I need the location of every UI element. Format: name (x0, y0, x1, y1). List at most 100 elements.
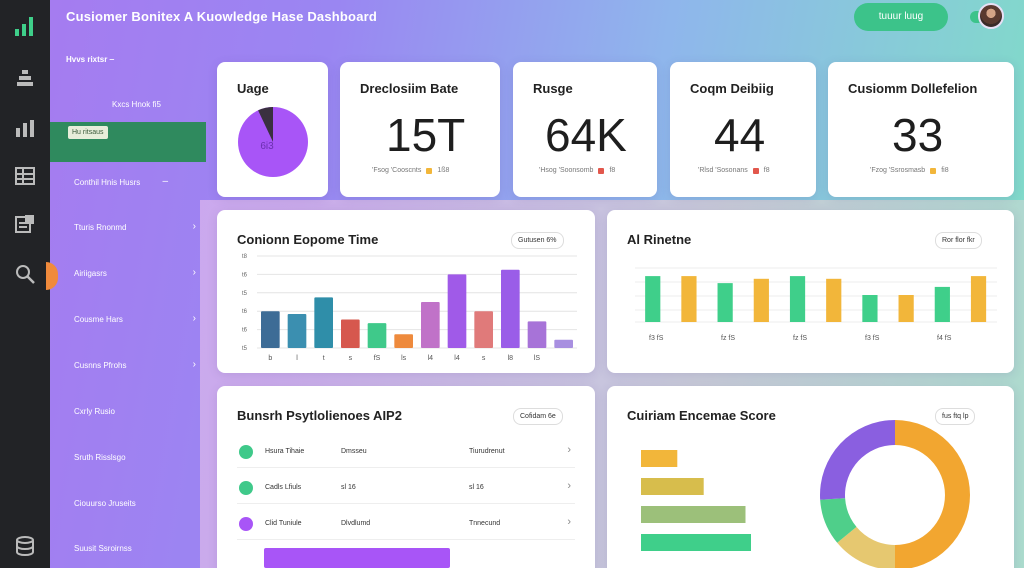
table-cell: Tiurudrenut (469, 448, 505, 455)
score-chart (641, 420, 970, 568)
stat-foot-text: 'Fsog 'Cooscnts (372, 167, 422, 174)
sidebar-item[interactable]: Conthil Hnis Husrs ‒ (74, 177, 196, 188)
sidebar-item-label: Cxrly Rusio (74, 407, 115, 416)
row-icon (239, 517, 253, 531)
database-icon[interactable] (13, 534, 37, 558)
bar (645, 276, 661, 322)
stat-title: Coqm Deibiig (690, 81, 774, 96)
chevron-right-icon: › (192, 267, 196, 278)
stat-card[interactable]: Dreclosiim Bate 15T 'Fsog 'Cooscnts 1ß8 (340, 62, 500, 197)
table-row[interactable]: Hsura Tihaie Dmsseu Tiurudrenut › (237, 434, 575, 468)
chevron-right-icon: › (192, 359, 196, 370)
resolution-bar-chart: t5 t6 t6 t5 t6 t8 b l t s fS ls l4 l4 s l8 lS (242, 254, 577, 362)
bar (717, 283, 733, 322)
x-tick-label: s (349, 355, 353, 362)
sidebar-item[interactable]: Tturis Rnonmd › (74, 222, 196, 233)
x-tick-label: l (296, 355, 298, 362)
sidebar-item[interactable]: Suusit Ssroirnss (74, 544, 196, 553)
bar-chart-icon[interactable] (13, 116, 37, 140)
sidebar-active-item[interactable]: Hu ritsaus (50, 122, 206, 162)
stat-card[interactable]: Rusge 64K 'Hsog 'Soonsomb f8 (513, 62, 657, 197)
sidebar-sub-label: Kxcs Hnok fi5 (112, 100, 161, 109)
score-bar (641, 450, 678, 467)
bar (681, 276, 697, 322)
stat-card[interactable]: Coqm Deibiig 44 'Rlsd 'Sosonans f8 (670, 62, 816, 197)
sidebar-item[interactable]: Cousme Hars › (74, 314, 196, 325)
table-cell: sl 16 (469, 484, 484, 491)
stat-card[interactable]: Cusiomm Dollefelion 33 'Fzog 'Ssrosmasb f… (828, 62, 1014, 197)
score-card[interactable]: Cuiriam Encemae Score fus ftq lp (607, 386, 1014, 568)
donut-segment (895, 420, 970, 568)
sidebar-active-label: Hu ritsaus (68, 126, 108, 139)
x-tick-label: ls (401, 355, 407, 362)
panel-badge[interactable]: Cofidam 6e (513, 408, 563, 425)
sidebar-item[interactable]: Airiigasrs › (74, 267, 196, 279)
stat-foot: 'Fsog 'Cooscnts 1ß8 (372, 167, 449, 174)
usage-card[interactable]: Uage 6i3 (217, 62, 328, 197)
ticket-table-card[interactable]: Bunsrh Psytlolienoes AIP2 Cofidam 6e Hsu… (217, 386, 595, 568)
x-tick-label: b (268, 355, 272, 362)
bar (341, 319, 360, 348)
stat-title: Cusiomm Dollefelion (848, 81, 978, 96)
stack-icon[interactable] (13, 66, 37, 90)
ai-bar-chart: f3 fS fz fS fz fS f3 fS f4 fS (635, 267, 997, 342)
resolution-time-card[interactable]: Conionn Eopome Time Gutusen 6% t5 t6 t6 t5 t… (217, 210, 595, 373)
stat-foot: 'Hsog 'Soonsomb f8 (539, 167, 615, 174)
stat-value: 64K (545, 109, 627, 161)
stat-foot-value: 1ß8 (437, 167, 450, 174)
sidebar-item[interactable]: Sruth Risslsgo (74, 453, 196, 462)
bar (447, 274, 467, 348)
stat-foot: 'Rlsd 'Sosonans f8 (698, 167, 770, 174)
search-icon[interactable] (13, 262, 37, 286)
x-tick-label: l4 (428, 355, 434, 362)
chevron-right-icon: › (567, 444, 571, 456)
sidebar-item-label: Cusnns Pfrohs (74, 361, 127, 370)
stat-title: Rusge (533, 81, 573, 96)
table-icon[interactable] (13, 164, 37, 188)
bar (862, 295, 878, 322)
top-action-button[interactable]: tuuur luug (854, 3, 948, 31)
table-row[interactable]: Cadls Lfiuls sl 16 sl 16 › (237, 470, 575, 504)
x-tick-label: f3 fS (649, 335, 664, 342)
x-tick-label: lS (534, 355, 541, 362)
sidebar-item-label: Tturis Rnonmd (74, 223, 127, 232)
ai-card[interactable]: Al Rinetne Ror flor fkr f3 fS fz fS fz fS f… (607, 210, 1014, 373)
bar (314, 297, 333, 348)
table-cell: Tnnecund (469, 520, 501, 527)
legend-swatch (426, 167, 433, 174)
bar (753, 278, 769, 322)
stat-value: 15T (386, 109, 466, 161)
x-tick-label: f3 fS (865, 335, 880, 342)
sidebar-item[interactable]: Cxrly Rusio (74, 407, 196, 416)
x-tick-label: l8 (508, 355, 514, 362)
row-icon (239, 481, 253, 495)
table-cell: Dmsseu (341, 448, 367, 455)
x-tick-label: fz fS (721, 335, 735, 342)
x-tick-label: f4 fS (937, 335, 952, 342)
stat-title: Uage (237, 81, 269, 96)
usage-pie: 6i3 (238, 107, 308, 177)
chart-bars-icon[interactable] (13, 14, 37, 38)
progress-bar (264, 548, 450, 568)
x-tick-label: fS (374, 355, 381, 362)
stat-value: 44 (714, 109, 766, 161)
stat-foot-value: f8 (763, 167, 770, 174)
bar (367, 323, 387, 348)
sidebar-item[interactable]: Cusnns Pfrohs › (74, 359, 196, 371)
legend-swatch (930, 167, 937, 174)
bar (826, 278, 842, 322)
sidebar-header[interactable]: Hvvs rixtsr ‒ (66, 55, 114, 64)
donut-segment (820, 420, 895, 500)
y-tick-label: t6 (242, 272, 248, 278)
pie-label: 6i3 (260, 141, 274, 152)
table-row[interactable]: Clid Tuniule Dlvdlumd Tnnecund › (237, 506, 575, 540)
score-bar (641, 506, 746, 523)
stat-foot: 'Fzog 'Ssrosmasb fi8 (870, 167, 949, 174)
sidebar-item[interactable]: Ciouurso Jruseits (74, 499, 196, 508)
avatar[interactable] (978, 3, 1004, 29)
stat-foot-text: 'Fzog 'Ssrosmasb (870, 167, 926, 174)
row-icon (239, 445, 253, 459)
y-tick-label: t5 (242, 291, 248, 297)
sidebar-item-label: Suusit Ssroirnss (74, 544, 132, 553)
puzzle-icon[interactable] (13, 212, 37, 236)
